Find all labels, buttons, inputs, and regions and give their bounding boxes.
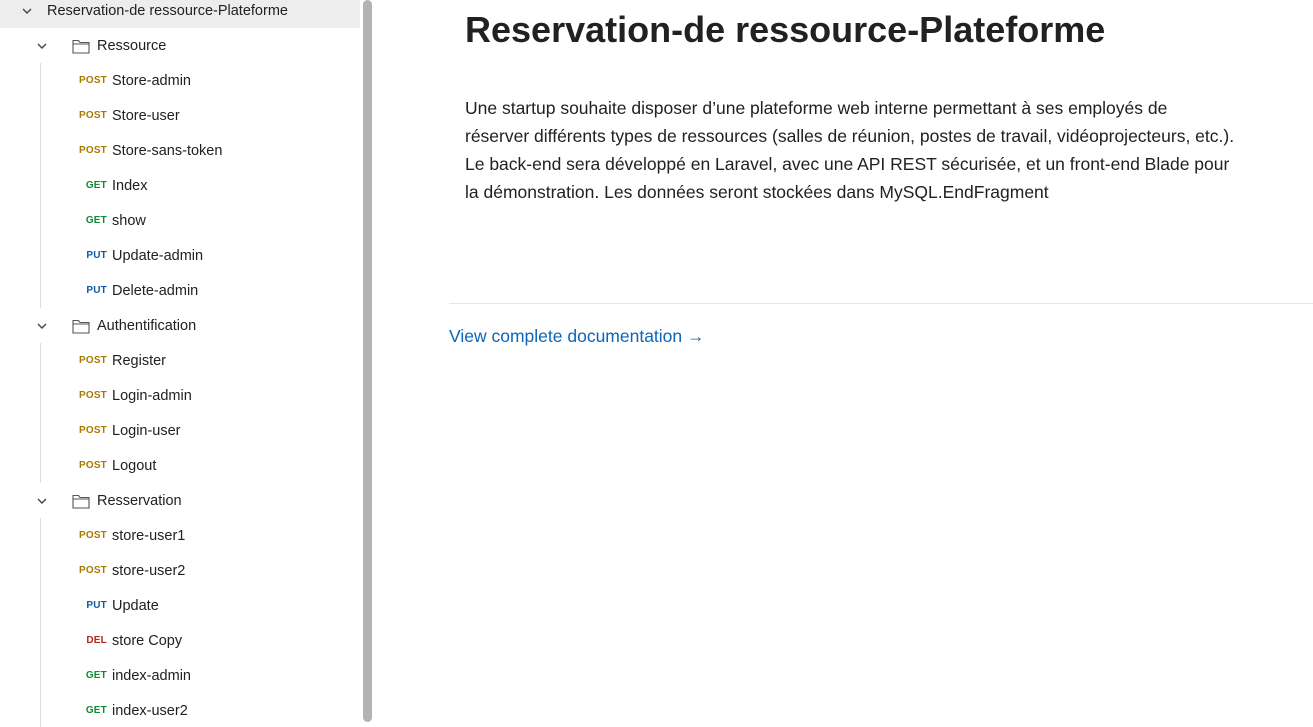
request-name: index-user2	[112, 702, 188, 719]
chevron-down-icon[interactable]	[36, 495, 48, 507]
request-item[interactable]: POST Store-sans-token	[0, 133, 360, 168]
method-badge: GET	[85, 705, 107, 716]
request-name: Index	[112, 177, 148, 194]
request-name: Login-admin	[112, 387, 192, 404]
view-documentation-link[interactable]: View complete documentation →	[449, 326, 705, 347]
app-window: Reservation-de ressource-Plateforme Ress…	[0, 0, 1313, 727]
chevron-down-icon[interactable]	[36, 40, 48, 52]
request-name: Update	[112, 597, 159, 614]
request-name: Delete-admin	[112, 282, 199, 299]
request-name: Logout	[112, 457, 157, 474]
request-item[interactable]: POST Logout	[0, 448, 360, 483]
method-badge: POST	[78, 565, 107, 576]
request-name: Store-sans-token	[112, 142, 223, 159]
method-badge: GET	[85, 180, 107, 191]
method-badge: POST	[78, 110, 107, 121]
folder-name: Ressource	[97, 37, 167, 54]
documentation-panel: Reservation-de ressource-Plateforme Une …	[374, 0, 1313, 727]
request-item[interactable]: POST Login-user	[0, 413, 360, 448]
chevron-down-icon[interactable]	[36, 320, 48, 332]
method-badge: PUT	[86, 250, 107, 261]
request-name: index-admin	[112, 667, 191, 684]
request-item[interactable]: PUT Update	[0, 588, 360, 623]
folder-item[interactable]: Authentification	[0, 308, 360, 343]
method-badge: GET	[85, 670, 107, 681]
request-name: Store-user	[112, 107, 180, 124]
request-item[interactable]: GET index-admin	[0, 658, 360, 693]
request-name: store-user2	[112, 562, 186, 579]
folder-name: Authentification	[97, 317, 197, 334]
method-badge: POST	[78, 390, 107, 401]
request-item[interactable]: PUT Update-admin	[0, 238, 360, 273]
chevron-down-icon[interactable]	[21, 5, 33, 17]
request-item[interactable]: POST store-user1	[0, 518, 360, 553]
method-badge: DEL	[86, 635, 107, 646]
method-badge: POST	[78, 460, 107, 471]
request-item[interactable]: PUT Delete-admin	[0, 273, 360, 308]
request-item[interactable]: POST store-user2	[0, 553, 360, 588]
request-name: store-user1	[112, 527, 186, 544]
request-item[interactable]: GET index-user2	[0, 693, 360, 727]
method-badge: GET	[85, 215, 107, 226]
request-name: store Copy	[112, 632, 183, 649]
tree-guide-line	[40, 518, 41, 727]
collection-item[interactable]: Reservation-de ressource-Plateforme	[0, 0, 360, 28]
request-item[interactable]: DEL store Copy	[0, 623, 360, 658]
divider	[449, 303, 1313, 304]
tree-guide-line	[40, 63, 41, 308]
folder-item[interactable]: Ressource	[0, 28, 360, 63]
folder-icon	[72, 493, 90, 509]
method-badge: POST	[78, 530, 107, 541]
method-badge: POST	[78, 355, 107, 366]
folder-item[interactable]: Resservation	[0, 483, 360, 518]
folder-icon	[72, 38, 90, 54]
method-badge: PUT	[86, 285, 107, 296]
tree-guide-line	[40, 343, 41, 483]
collection-description: Une startup souhaite disposer d’une plat…	[465, 98, 1235, 202]
request-item[interactable]: POST Register	[0, 343, 360, 378]
folder-icon	[72, 318, 90, 334]
request-name: Register	[112, 352, 166, 369]
request-item[interactable]: GET Index	[0, 168, 360, 203]
request-item[interactable]: POST Login-admin	[0, 378, 360, 413]
method-badge: POST	[78, 145, 107, 156]
page-title: Reservation-de ressource-Plateforme	[465, 9, 1106, 50]
request-item[interactable]: POST Store-user	[0, 98, 360, 133]
request-item[interactable]: POST Store-admin	[0, 63, 360, 98]
request-name: show	[112, 212, 146, 229]
method-badge: PUT	[86, 600, 107, 611]
method-badge: POST	[78, 75, 107, 86]
method-badge: POST	[78, 425, 107, 436]
request-name: Store-admin	[112, 72, 191, 89]
folder-name: Resservation	[97, 492, 182, 509]
scrollbar-thumb[interactable]	[363, 0, 372, 722]
request-item[interactable]: GET show	[0, 203, 360, 238]
request-name: Update-admin	[112, 247, 204, 264]
collection-name: Reservation-de ressource-Plateforme	[47, 3, 288, 19]
request-name: Login-user	[112, 422, 181, 439]
collection-sidebar: Reservation-de ressource-Plateforme Ress…	[0, 0, 362, 727]
